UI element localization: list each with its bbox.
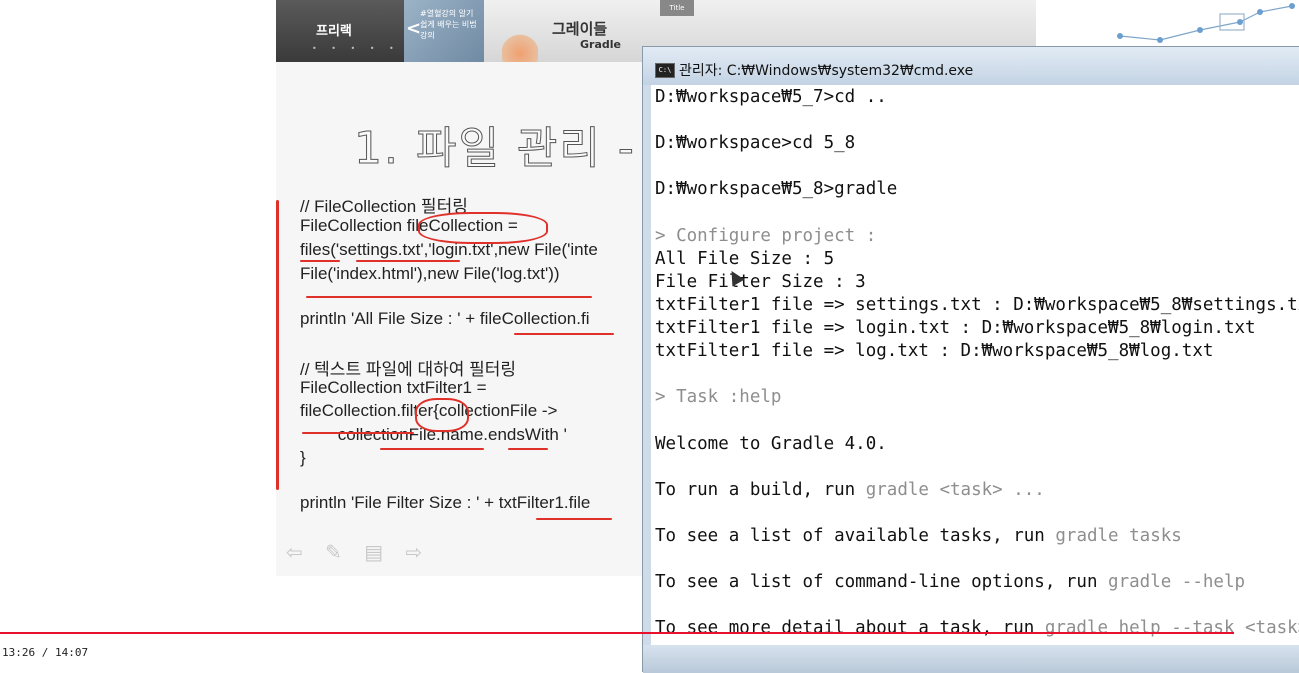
code-line: println 'All File Size : ' + fileCollect… bbox=[300, 309, 590, 328]
console-text: To see a list of available tasks, run bbox=[655, 525, 1056, 546]
annotation-underline bbox=[514, 333, 614, 335]
console-line: All File Size : 5 bbox=[655, 248, 835, 269]
network-decoration-icon bbox=[1117, 3, 1295, 43]
console-text: To run a build, run bbox=[655, 479, 866, 500]
console-line: Welcome to Gradle 4.0. bbox=[655, 433, 887, 454]
annotation-underline bbox=[300, 260, 340, 262]
code-line: File('index.html'),new File('log.txt')) bbox=[300, 264, 560, 283]
slide-title: 1. 파일 관리 - bbox=[354, 123, 636, 175]
annotation-underline bbox=[536, 518, 612, 520]
course-thumbnail: < #열혈강의 알기쉽게 배우는 비법강의 bbox=[404, 0, 484, 62]
console-command-hint: gradle --help bbox=[1108, 572, 1246, 593]
console-line: > Task :help bbox=[655, 387, 782, 408]
console-text: To see a list of command-line options, r… bbox=[655, 572, 1109, 593]
console-line: To run a build, run gradle <task> ... bbox=[655, 480, 1045, 500]
slide-header-left: 프리랙 • • • • • bbox=[276, 0, 404, 62]
forward-arrow-icon[interactable]: ⇨ bbox=[406, 540, 423, 564]
annotation-underline bbox=[380, 448, 484, 450]
title-tag: Title bbox=[660, 0, 694, 16]
console-line: File Filter Size : 3 bbox=[655, 271, 866, 292]
console-line: To see a list of command-line options, r… bbox=[655, 572, 1245, 592]
annotation-circle bbox=[415, 398, 469, 432]
cmd-window[interactable]: C:\ 관리자: C:₩Windows₩system32₩cmd.exe D:₩… bbox=[642, 46, 1299, 673]
console-line: To see more detail about a task, run gra… bbox=[655, 618, 1299, 638]
annotation-underline bbox=[306, 296, 592, 298]
code-line: } bbox=[300, 448, 306, 467]
pen-icon[interactable]: ✎ bbox=[325, 540, 342, 564]
console-command-hint: gradle help --task <task> bbox=[1044, 618, 1299, 639]
console-text: To see more detail about a task, run bbox=[655, 618, 1045, 639]
console-line: txtFilter1 file => login.txt : D:₩worksp… bbox=[655, 318, 1256, 338]
code-line: FileCollection txtFilter1 = bbox=[300, 378, 487, 397]
annotation-underline bbox=[508, 448, 548, 450]
cmd-window-frame-bottom bbox=[643, 645, 1299, 673]
console-line: D:₩workspace₩5_7>cd .. bbox=[655, 87, 887, 107]
cmd-console-output[interactable]: D:₩workspace₩5_7>cd .. D:₩workspace>cd 5_… bbox=[651, 85, 1299, 645]
annotation-bar bbox=[276, 200, 279, 490]
console-line: > Configure project : bbox=[655, 225, 877, 246]
cmd-title-bar[interactable]: C:\ 관리자: C:₩Windows₩system32₩cmd.exe bbox=[643, 47, 1299, 85]
annotation-underline bbox=[302, 432, 414, 434]
gradle-mascot-icon bbox=[502, 34, 538, 62]
console-line: txtFilter1 file => settings.txt : D:₩wor… bbox=[655, 294, 1299, 315]
nav-dots: • • • • • bbox=[312, 44, 400, 53]
course-subtitle: Gradle bbox=[580, 38, 621, 51]
console-command-hint: gradle <task> ... bbox=[865, 479, 1045, 500]
course-title: 그레이들 bbox=[552, 20, 608, 38]
code-line: println 'File Filter Size : ' + txtFilte… bbox=[300, 493, 591, 512]
console-line: D:₩workspace>cd 5_8 bbox=[655, 133, 856, 154]
cmd-window-title: 관리자: C:₩Windows₩system32₩cmd.exe bbox=[679, 63, 974, 79]
menu-icon[interactable]: ▤ bbox=[364, 540, 383, 564]
console-line: To see a list of available tasks, run gr… bbox=[655, 526, 1182, 546]
slide-toolbar: ⇦ ✎ ▤ ⇨ bbox=[286, 540, 438, 564]
channel-title: 프리랙 bbox=[316, 24, 352, 39]
video-progress-bar[interactable] bbox=[0, 632, 1235, 634]
chevron-left-icon: < bbox=[406, 18, 422, 39]
video-time: 13:26 / 14:07 bbox=[2, 646, 89, 659]
console-line: D:₩workspace₩5_8>gradle bbox=[655, 179, 898, 200]
annotation-circle bbox=[418, 212, 548, 244]
console-line: txtFilter1 file => log.txt : D:₩workspac… bbox=[655, 341, 1214, 362]
annotation-underline bbox=[356, 260, 460, 262]
thumbnail-text: #열혈강의 알기쉽게 배우는 비법강의 bbox=[420, 9, 477, 40]
code-line: // 텍스트 파일에 대하여 필터링 bbox=[300, 360, 517, 379]
back-arrow-icon[interactable]: ⇦ bbox=[286, 540, 303, 564]
cmd-app-icon: C:\ bbox=[655, 63, 675, 78]
console-command-hint: gradle tasks bbox=[1055, 525, 1182, 546]
